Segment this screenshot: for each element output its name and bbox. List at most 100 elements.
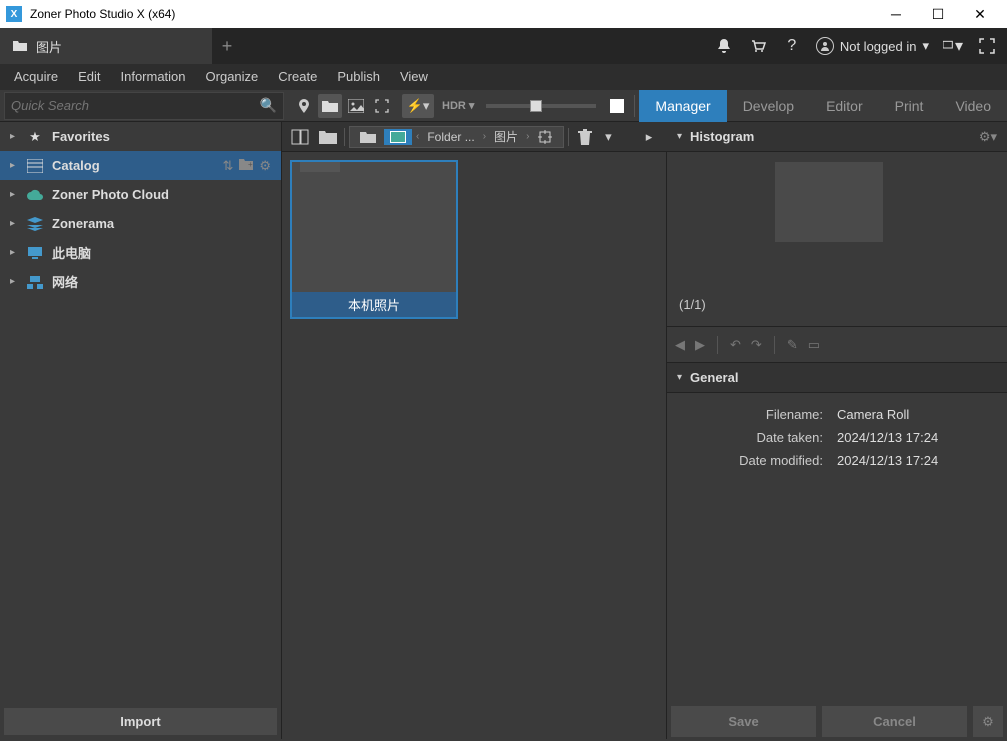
maximize-button[interactable]: ☐ — [917, 0, 959, 28]
folder-icon[interactable] — [356, 125, 380, 149]
toolbar: 🔍 ⚡▾ HDR▾ Manager Develop Editor Print V… — [0, 90, 1007, 122]
stop-icon[interactable] — [610, 99, 624, 113]
chevron-right-icon[interactable]: ▸ — [637, 125, 661, 149]
expand-tool-icon[interactable] — [370, 94, 394, 118]
import-button[interactable]: Import — [4, 708, 277, 735]
mode-editor[interactable]: Editor — [810, 90, 879, 122]
bottom-buttons: Save Cancel ⚙ — [667, 706, 1007, 739]
bell-icon[interactable] — [714, 36, 734, 56]
settings-gear-button[interactable]: ⚙ — [973, 706, 1003, 737]
tab-pictures[interactable]: 图片 — [0, 28, 212, 64]
next-icon[interactable]: ▶ — [695, 337, 705, 353]
histogram-header[interactable]: ▾ Histogram ⚙▾ — [667, 122, 1007, 152]
tag-icon[interactable]: ▭ — [808, 337, 820, 353]
chevron-right-icon: ▸ — [10, 218, 18, 229]
sidebar-item-catalog[interactable]: ▸ Catalog ⇅ + ⚙ — [0, 151, 281, 180]
sort-icon[interactable]: ⇅ — [222, 158, 233, 174]
gear-icon[interactable]: ⚙ — [259, 158, 271, 174]
tab-label: 图片 — [36, 37, 62, 56]
save-button[interactable]: Save — [671, 706, 816, 737]
chevron-down-icon: ▾ — [677, 131, 682, 142]
menu-publish[interactable]: Publish — [327, 64, 390, 90]
image-tool-icon[interactable] — [344, 94, 368, 118]
datemod-value: 2024/12/13 17:24 — [837, 453, 938, 468]
center-toolbar: ‹ Folder ... › 图片 › ▾ ▸ — [282, 122, 667, 152]
sidebar-item-this-pc[interactable]: ▸ 此电脑 — [0, 238, 281, 267]
fullscreen-icon[interactable] — [977, 36, 997, 56]
sidebar-item-label: Catalog — [52, 158, 100, 173]
mode-switcher: Manager Develop Editor Print Video — [639, 90, 1007, 122]
breadcrumb-image-icon[interactable] — [384, 129, 412, 145]
location-pin-icon[interactable] — [292, 94, 316, 118]
rotate-left-icon[interactable]: ↶ — [730, 337, 741, 353]
left-sidebar: ▸ ★ Favorites ▸ Catalog ⇅ + ⚙ ▸ Zoner Ph… — [0, 122, 282, 739]
close-button[interactable]: ✕ — [959, 0, 1001, 28]
breadcrumb: ‹ Folder ... › 图片 › — [349, 126, 564, 148]
menu-acquire[interactable]: Acquire — [4, 64, 68, 90]
thumbnail-grid[interactable]: 本机照片 — [282, 152, 667, 739]
add-tab-button[interactable]: + — [212, 28, 242, 64]
cancel-button[interactable]: Cancel — [822, 706, 967, 737]
trash-icon[interactable] — [573, 125, 597, 149]
prev-icon[interactable]: ◀ — [675, 337, 685, 353]
user-menu[interactable]: Not logged in ▾ — [816, 37, 929, 55]
search-input[interactable] — [11, 98, 260, 113]
sidebar-item-favorites[interactable]: ▸ ★ Favorites — [0, 122, 281, 151]
sidebar-item-label: 此电脑 — [52, 243, 91, 262]
info-nav-strip: ◀ ▶ ↶ ↷ ✎ ▭ — [667, 327, 1007, 363]
search-icon[interactable]: 🔍 — [260, 97, 277, 114]
menu-organize[interactable]: Organize — [196, 64, 269, 90]
sidebar-item-network[interactable]: ▸ 网络 — [0, 267, 281, 296]
breadcrumb-pictures[interactable]: 图片 — [490, 128, 522, 145]
search-box: 🔍 — [4, 92, 284, 120]
mode-video[interactable]: Video — [939, 90, 1007, 122]
crop-icon[interactable]: ✎ — [787, 337, 798, 353]
datetaken-value: 2024/12/13 17:24 — [837, 430, 938, 445]
thumbnail-label: 本机照片 — [292, 292, 456, 317]
location-target-icon[interactable] — [533, 125, 557, 149]
datetaken-label: Date taken: — [667, 430, 837, 445]
mode-manager[interactable]: Manager — [639, 90, 726, 122]
folder-icon — [12, 38, 28, 54]
hdr-dropdown[interactable]: HDR▾ — [442, 99, 474, 112]
zoom-slider[interactable] — [486, 104, 596, 108]
window-title: Zoner Photo Studio X (x64) — [30, 7, 875, 21]
chevron-right-icon: ▸ — [10, 276, 18, 287]
screen-dropdown-icon[interactable]: ▾ — [943, 36, 963, 56]
slider-thumb[interactable] — [530, 100, 542, 112]
sidebar-item-zonerama[interactable]: ▸ Zonerama — [0, 209, 281, 238]
chevron-down-icon: ▾ — [469, 99, 475, 112]
sidebar-item-label: Favorites — [52, 129, 110, 144]
help-icon[interactable]: ? — [782, 36, 802, 56]
sidebar-item-zoner-cloud[interactable]: ▸ Zoner Photo Cloud — [0, 180, 281, 209]
cart-icon[interactable] — [748, 36, 768, 56]
chevron-left-icon[interactable]: ‹ — [416, 131, 419, 142]
mode-develop[interactable]: Develop — [727, 90, 810, 122]
histogram-body: (1/1) — [667, 152, 1007, 327]
chevron-down-icon[interactable]: ▾ — [601, 125, 615, 149]
chevron-right-icon: ▸ — [10, 189, 18, 200]
sidebar-item-label: Zonerama — [52, 216, 114, 231]
folder-thumbnail[interactable]: 本机照片 — [290, 160, 458, 319]
refresh-list-icon[interactable] — [288, 125, 312, 149]
new-folder-icon[interactable] — [316, 125, 340, 149]
folder-tool-icon[interactable] — [318, 94, 342, 118]
add-folder-icon[interactable]: + — [239, 158, 253, 174]
menu-information[interactable]: Information — [110, 64, 195, 90]
gear-icon[interactable]: ⚙▾ — [979, 129, 997, 145]
filename-value: Camera Roll — [837, 407, 909, 422]
mode-print[interactable]: Print — [879, 90, 940, 122]
chevron-right-icon: ▸ — [10, 160, 18, 171]
flash-dropdown[interactable]: ⚡▾ — [402, 94, 434, 118]
breadcrumb-folder[interactable]: Folder ... — [423, 130, 478, 144]
cloud-icon — [26, 186, 44, 204]
chevron-right-icon: ▸ — [10, 131, 18, 142]
general-body: Filename: Camera Roll Date taken: 2024/1… — [667, 393, 1007, 482]
menu-create[interactable]: Create — [268, 64, 327, 90]
rotate-right-icon[interactable]: ↷ — [751, 337, 762, 353]
minimize-button[interactable]: ─ — [875, 0, 917, 28]
general-header[interactable]: ▾ General — [667, 363, 1007, 393]
star-icon: ★ — [26, 128, 44, 146]
menu-edit[interactable]: Edit — [68, 64, 110, 90]
menu-view[interactable]: View — [390, 64, 438, 90]
